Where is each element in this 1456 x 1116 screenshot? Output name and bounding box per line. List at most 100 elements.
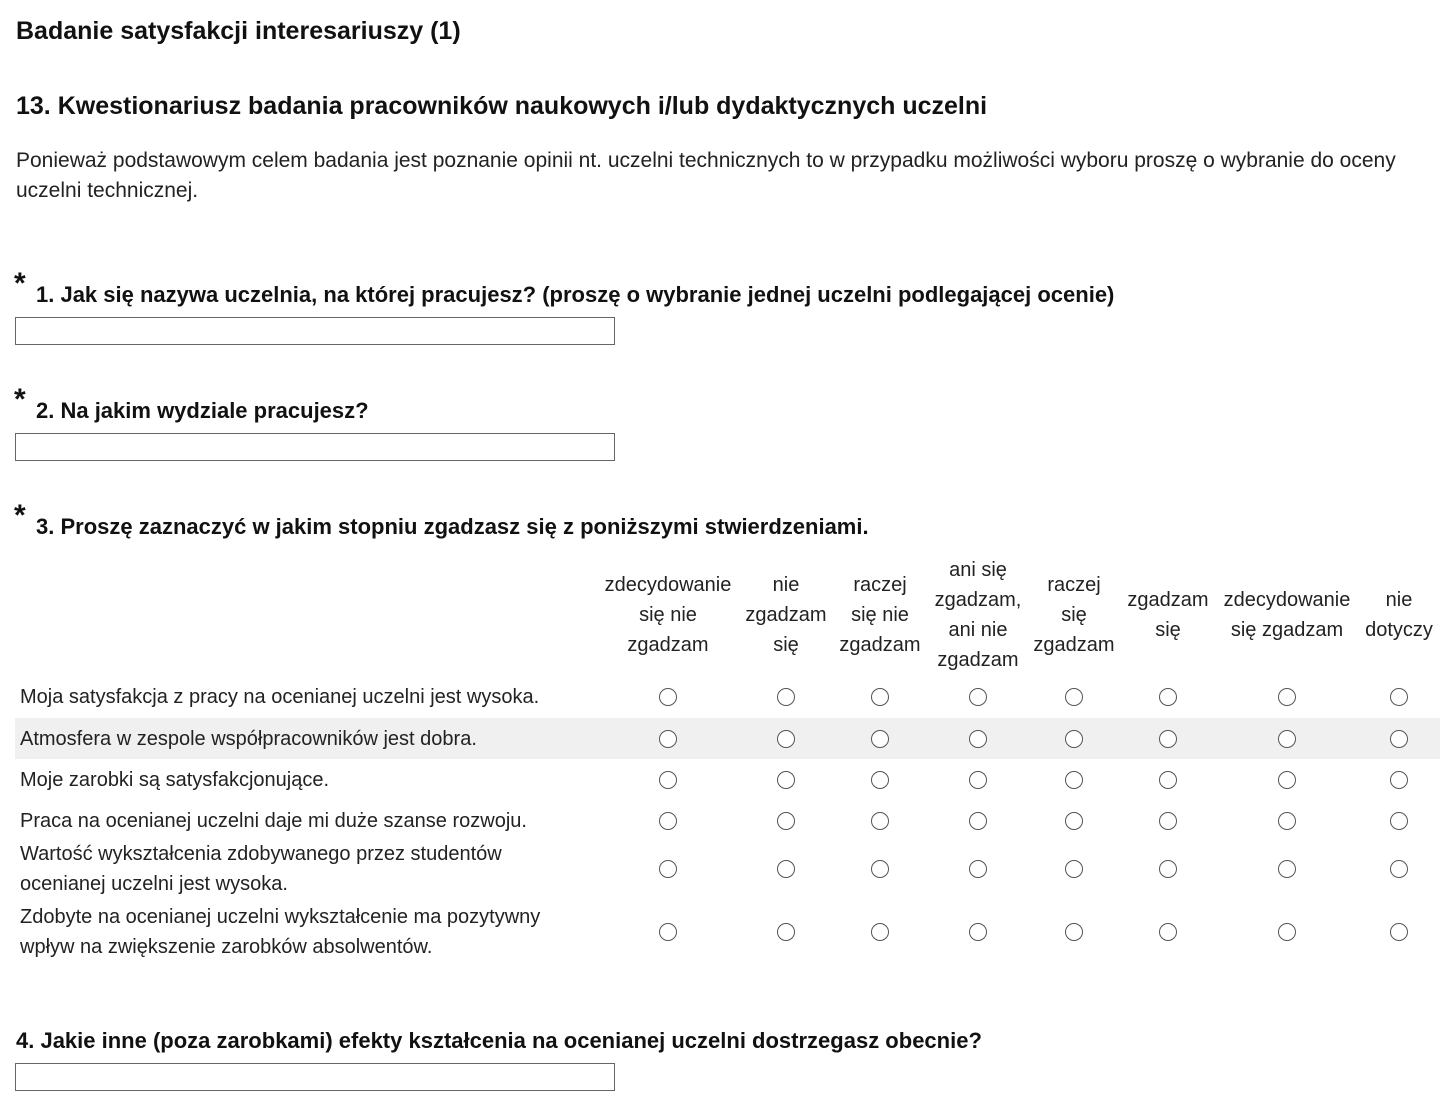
radio-option-r5-c3[interactable]: [871, 860, 889, 878]
matrix-header: zdecydowanie się nie zgadzam nie zgadzam się r…: [15, 555, 1440, 675]
radio-option-r1-c2[interactable]: [777, 687, 795, 706]
radio-option-r5-c2[interactable]: [777, 860, 795, 878]
radio-option-r4-c4[interactable]: [969, 811, 987, 830]
column-header-line: raczej: [1047, 574, 1101, 596]
column-header-line: ani się: [949, 559, 1007, 581]
radio-option-r1-c4[interactable]: [969, 687, 987, 706]
statement-text: Moje zarobki są satysfakcjonujące.: [20, 765, 329, 795]
radio-option-r2-c3[interactable]: [871, 729, 889, 748]
statement-label: Zdobyte na ocenianej uczelni wykształcen…: [20, 897, 595, 966]
radio-option-r3-c1[interactable]: [659, 770, 677, 789]
radio-option-r3-c5[interactable]: [1065, 770, 1083, 789]
intro-text: Ponieważ podstawowym celem badania jest …: [16, 149, 1396, 202]
statement-line: Moja satysfakcja z pracy na ocenianej uc…: [20, 685, 540, 708]
radio-option-r1-c5[interactable]: [1065, 687, 1083, 706]
column-header-line: zgadzam: [627, 634, 709, 656]
column-header-text: ani się zgadzam, ani nie zgadzam: [935, 555, 1022, 675]
statement-line: wpływ na zwiększenie zarobków absolwentó…: [20, 935, 433, 958]
radio-option-r2-c8[interactable]: [1390, 729, 1408, 748]
radio-option-r4-c2[interactable]: [777, 811, 795, 830]
radio-option-r5-c6[interactable]: [1159, 860, 1177, 878]
radio-option-r6-c3[interactable]: [871, 922, 889, 941]
matrix-row-2: Atmosfera w zespole współpracowników jes…: [15, 718, 1440, 759]
column-header-line: się: [773, 634, 799, 656]
radio-option-r4-c3[interactable]: [871, 811, 889, 830]
radio-option-r2-c4[interactable]: [969, 729, 987, 748]
radio-option-r5-c5[interactable]: [1065, 860, 1083, 878]
radio-option-r6-c1[interactable]: [659, 922, 677, 941]
radio-option-r4-c8[interactable]: [1390, 811, 1408, 830]
statement-line: Zdobyte na ocenianej uczelni wykształcen…: [20, 905, 541, 928]
column-header-line: zgadzam: [1127, 589, 1209, 611]
radio-option-r6-c7[interactable]: [1278, 922, 1296, 941]
radio-option-r3-c8[interactable]: [1390, 770, 1408, 789]
statement-line: Wartość wykształcenia zdobywanego przez …: [20, 843, 502, 865]
radio-option-r3-c4[interactable]: [969, 770, 987, 789]
column-header-line: się zgadzam: [1230, 619, 1344, 641]
column-header-line: się: [1155, 619, 1181, 641]
radio-option-r2-c1[interactable]: [659, 729, 677, 748]
column-header-4: ani się zgadzam, ani nie zgadzam: [928, 555, 1028, 675]
column-header-text: zdecydowanie się zgadzam: [1224, 585, 1351, 645]
statement-text: Moja satysfakcja z pracy na ocenianej uc…: [20, 682, 539, 712]
question-4-input[interactable]: [15, 1063, 615, 1091]
column-header-2: nie zgadzam się: [740, 555, 832, 675]
column-header-line: dotyczy: [1365, 619, 1433, 641]
radio-option-r4-c6[interactable]: [1159, 811, 1177, 830]
radio-option-r6-c4[interactable]: [969, 922, 987, 941]
statement-label: Moja satysfakcja z pracy na ocenianej uc…: [20, 675, 595, 718]
radio-option-r4-c1[interactable]: [659, 811, 677, 830]
column-header-6: zgadzam się: [1122, 555, 1214, 675]
statement-line: Moje zarobki są satysfakcjonujące.: [20, 768, 330, 791]
question-1-label: 1. Jak się nazywa uczelnia, na której pr…: [36, 282, 1115, 307]
statement-text: Wartość wykształcenia zdobywanego przez …: [20, 839, 502, 899]
radio-option-r2-c2[interactable]: [777, 729, 795, 748]
required-marker: *: [14, 383, 26, 416]
statement-line: Atmosfera w zespole współpracowników jes…: [20, 727, 477, 750]
radio-option-r3-c7[interactable]: [1278, 770, 1296, 789]
section-title: 13. Kwestionariusz badania pracowników n…: [16, 92, 988, 120]
column-header-line: raczej: [853, 574, 907, 596]
matrix-row-6: Zdobyte na ocenianej uczelni wykształcen…: [15, 897, 1440, 966]
radio-option-r4-c7[interactable]: [1278, 811, 1296, 830]
column-header-text: nie zgadzam się: [745, 570, 826, 660]
matrix-row-3: Moje zarobki są satysfakcjonujące.: [15, 759, 1440, 800]
radio-option-r4-c5[interactable]: [1065, 811, 1083, 830]
statement-text: Atmosfera w zespole współpracowników jes…: [20, 724, 477, 754]
radio-option-r2-c6[interactable]: [1159, 729, 1177, 748]
radio-option-r1-c7[interactable]: [1278, 687, 1296, 706]
radio-option-r1-c6[interactable]: [1159, 687, 1177, 706]
statement-line: ocenianej uczelni jest wysoka.: [20, 873, 288, 895]
column-header-text: raczej się nie zgadzam: [839, 570, 920, 660]
radio-option-r6-c5[interactable]: [1065, 922, 1083, 941]
statement-label: Praca na ocenianej uczelni daje mi duże …: [20, 800, 595, 841]
radio-option-r6-c6[interactable]: [1159, 922, 1177, 941]
column-header-7: zdecydowanie się zgadzam: [1217, 555, 1357, 675]
matrix-row-4: Praca na ocenianej uczelni daje mi duże …: [15, 800, 1440, 841]
radio-option-r5-c7[interactable]: [1278, 860, 1296, 878]
radio-option-r5-c1[interactable]: [659, 860, 677, 878]
radio-option-r3-c6[interactable]: [1159, 770, 1177, 789]
radio-option-r5-c4[interactable]: [969, 860, 987, 878]
radio-option-r3-c2[interactable]: [777, 770, 795, 789]
column-header-line: nie: [772, 574, 800, 596]
column-header-text: zdecydowanie się nie zgadzam: [605, 570, 732, 660]
radio-option-r6-c2[interactable]: [777, 922, 795, 941]
question-2-input[interactable]: [15, 433, 615, 461]
radio-option-r6-c8[interactable]: [1390, 922, 1408, 941]
column-header-line: się nie: [639, 604, 697, 626]
radio-option-r5-c8[interactable]: [1390, 860, 1408, 878]
radio-option-r1-c8[interactable]: [1390, 687, 1408, 706]
column-header-text: zgadzam się: [1127, 585, 1208, 645]
radio-option-r2-c5[interactable]: [1065, 729, 1083, 748]
column-header-3: raczej się nie zgadzam: [834, 555, 926, 675]
column-header-line: ani nie: [948, 619, 1008, 641]
radio-option-r1-c3[interactable]: [871, 687, 889, 706]
radio-option-r1-c1[interactable]: [659, 687, 677, 706]
column-header-5: raczej się zgadzam: [1028, 555, 1120, 675]
question-1-input[interactable]: [15, 317, 615, 345]
question-3-label: 3. Proszę zaznaczyć w jakim stopniu zgad…: [36, 514, 869, 539]
radio-option-r2-c7[interactable]: [1278, 729, 1296, 748]
statement-label: Wartość wykształcenia zdobywanego przez …: [20, 841, 595, 897]
radio-option-r3-c3[interactable]: [871, 770, 889, 789]
